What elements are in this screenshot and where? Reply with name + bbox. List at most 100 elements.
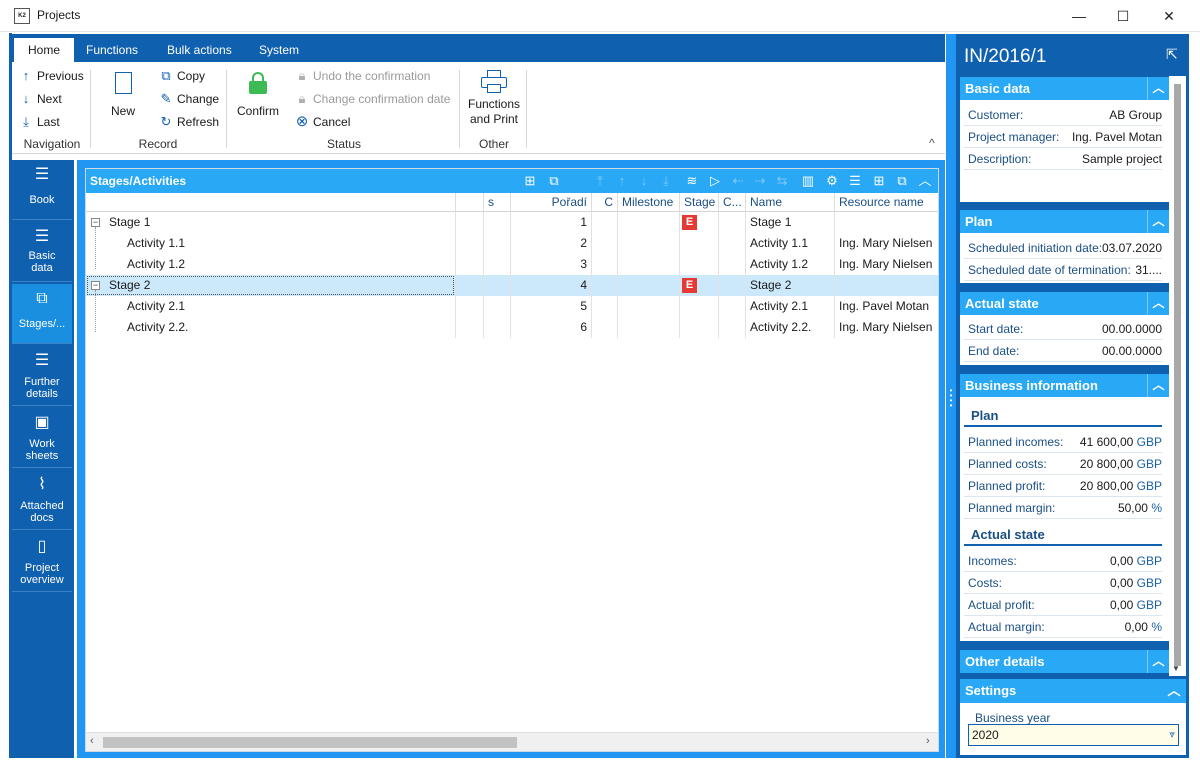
col-milestone[interactable]: Milestone [617, 193, 679, 212]
section-actual-state[interactable]: Actual state ︿ [960, 292, 1169, 315]
tab-system[interactable]: System [245, 38, 313, 62]
chevron-down-icon[interactable]: ⩔ [1169, 725, 1175, 745]
confirm-button[interactable]: Confirm [234, 72, 282, 118]
settings-body: Business year 2020 ⩔ [960, 703, 1186, 755]
layers-icon[interactable]: ≋ [683, 172, 701, 190]
cancel-button[interactable]: ⊗ Cancel [294, 112, 351, 132]
chevron-up-icon[interactable]: ︿ [916, 172, 934, 190]
collapse-all-icon[interactable]: ⧉ [545, 172, 563, 190]
scroll-right-icon[interactable]: › [926, 735, 930, 747]
open-external-icon[interactable]: ⇱ [1166, 46, 1178, 63]
pencil-icon: ✎ [160, 91, 172, 106]
nav-book[interactable]: ☰ Book [12, 160, 72, 220]
section-other-details[interactable]: Other details ︿ [960, 650, 1169, 673]
nav-project-overview[interactable]: ▯ Project overview [12, 532, 72, 592]
restore-window-icon[interactable]: ⧉ [893, 172, 911, 190]
collapse-toggle-icon[interactable]: − [91, 218, 100, 227]
grid-toolbar: Stages/Activities ⊞ ⧉ ⤒ ↑ ↓ ⤓ ≋ ▷ ⇠ ⇢ ⇆ … [86, 169, 938, 193]
section-basic-data[interactable]: Basic data ︿ [960, 77, 1169, 100]
link-icon[interactable]: ⇆ [773, 172, 791, 190]
refresh-button[interactable]: ↻ Refresh [158, 112, 219, 132]
change-confirmation-date-button[interactable]: 🔒︎ Change confirmation date [294, 89, 451, 109]
minimize-button[interactable]: — [1056, 0, 1102, 32]
chevron-up-icon[interactable]: ︿ [1147, 210, 1169, 233]
expand-all-icon[interactable]: ⊞ [521, 172, 539, 190]
functions-and-print-button[interactable]: Functions and Print [464, 70, 524, 127]
section-settings[interactable]: Settings ︿ [960, 679, 1186, 703]
col-s[interactable]: s [483, 193, 510, 212]
collapse-ribbon-icon[interactable]: ^ [929, 136, 935, 150]
play-icon[interactable]: ▷ [706, 172, 724, 190]
next-button[interactable]: ↓ Next [18, 89, 62, 109]
business-plan-subheading: Plan [964, 405, 1162, 427]
tab-home[interactable]: Home [14, 38, 75, 62]
chevron-up-icon[interactable]: ︿ [1147, 292, 1169, 315]
col-c2[interactable]: C... [718, 193, 745, 212]
scrollbar-thumb[interactable] [1174, 84, 1181, 666]
scroll-down-icon[interactable]: ▼ [1172, 664, 1180, 673]
status-group-label: Status [326, 137, 362, 151]
actual-margin-label: Actual margin: [968, 620, 1045, 634]
table-row[interactable]: − Stage 1 1 E Stage 1 [86, 212, 938, 233]
tab-bulk-actions[interactable]: Bulk actions [153, 38, 246, 62]
scrollbar-thumb[interactable] [103, 737, 517, 748]
detail-panel-scrollbar[interactable]: ▼ [1169, 76, 1186, 676]
undo-confirmation-button[interactable]: 🔒︎ Undo the confirmation [294, 66, 431, 86]
horizontal-scrollbar[interactable]: ‹ › [86, 732, 938, 751]
splitter-grip-icon[interactable]: • • • • [948, 387, 954, 410]
columns-icon[interactable]: ▥ [799, 172, 817, 190]
col-name[interactable]: Name [745, 193, 834, 212]
col-order[interactable]: Pořadí [510, 193, 591, 212]
move-first-icon[interactable]: ⤒ [591, 172, 609, 190]
new-button[interactable]: New [108, 72, 138, 118]
resource-cell [839, 275, 938, 296]
section-title: Basic data [965, 81, 1031, 96]
nav-further-details[interactable]: ☰ Further details [12, 346, 72, 406]
collapse-toggle-icon[interactable]: − [91, 281, 100, 290]
add-window-icon[interactable]: ⊞ [870, 172, 888, 190]
undo-confirmation-label: Undo the confirmation [313, 69, 431, 83]
order-cell: 2 [580, 236, 587, 250]
amount: 0,00 [1124, 620, 1148, 634]
arrow-left-icon[interactable]: ⇠ [729, 172, 747, 190]
table-row[interactable]: Activity 2.2. 6 Activity 2.2. Ing. Mary … [86, 317, 938, 338]
nav-work-sheets[interactable]: ▣ Work sheets [12, 408, 72, 468]
chevron-up-icon[interactable]: ︿ [1147, 77, 1169, 100]
section-business-information[interactable]: Business information ︿ [960, 374, 1169, 397]
move-up-icon[interactable]: ↑ [613, 172, 631, 190]
table-row[interactable]: Activity 1.2 3 Activity 1.2 Ing. Mary Ni… [86, 254, 938, 275]
section-plan[interactable]: Plan ︿ [960, 210, 1169, 233]
column-divider [483, 212, 484, 338]
chevron-up-icon[interactable]: ︿ [1147, 650, 1169, 673]
move-down-icon[interactable]: ↓ [635, 172, 653, 190]
menu-icon[interactable]: ☰ [846, 172, 864, 190]
business-year-select[interactable]: 2020 ⩔ [968, 724, 1179, 746]
gear-icon[interactable]: ⚙ [823, 172, 841, 190]
nav-basic-data[interactable]: ☰ Basic data [12, 222, 72, 282]
change-button[interactable]: ✎ Change [158, 89, 220, 109]
table-row[interactable]: Activity 2.1 5 Activity 2.1 Ing. Pavel M… [86, 296, 938, 317]
last-button[interactable]: ⤓ Last [18, 112, 60, 132]
business-actual-subheading: Actual state [964, 524, 1162, 546]
scheduled-termination-value: 31.... [1135, 263, 1162, 277]
col-blank[interactable] [455, 193, 483, 212]
col-c[interactable]: C [591, 193, 617, 212]
col-resource-name[interactable]: Resource name [834, 193, 938, 212]
table-row[interactable]: Activity 1.1 2 Activity 1.1 Ing. Mary Ni… [86, 233, 938, 254]
chevron-up-icon[interactable]: ︿ [1147, 374, 1169, 397]
scroll-left-icon[interactable]: ‹ [90, 735, 94, 747]
move-last-icon[interactable]: ⤓ [657, 172, 675, 190]
arrow-right-icon[interactable]: ⇢ [751, 172, 769, 190]
nav-stages[interactable]: ⧉ Stages/... [12, 284, 72, 344]
planned-incomes-row: Planned incomes: 41 600,00 GBP [964, 431, 1162, 453]
copy-button[interactable]: ⧉ Copy [158, 66, 205, 86]
chevron-up-icon[interactable]: ︿ [1162, 679, 1186, 703]
other-group-label: Other [478, 137, 509, 151]
close-button[interactable]: ✕ [1146, 0, 1192, 32]
previous-button[interactable]: ↑ Previous [18, 66, 84, 86]
col-stage[interactable]: Stage [679, 193, 718, 212]
tab-functions[interactable]: Functions [72, 38, 152, 62]
maximize-button[interactable]: ☐ [1100, 0, 1146, 32]
table-row-selected[interactable]: − Stage 2 4 E Stage 2 [86, 275, 938, 296]
nav-attached-docs[interactable]: ⌇ Attached docs [12, 470, 72, 530]
